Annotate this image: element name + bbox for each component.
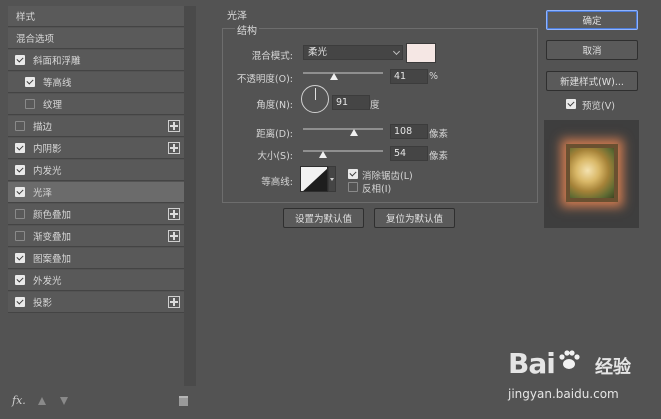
inner-glow-checkbox[interactable] bbox=[15, 165, 25, 175]
chevron-down-icon bbox=[392, 47, 401, 56]
styles-header-label: 样式 bbox=[16, 12, 36, 23]
drop-shadow-checkbox[interactable] bbox=[15, 297, 25, 307]
outer-glow-checkbox[interactable] bbox=[15, 275, 25, 285]
satin-label: 光泽 bbox=[33, 188, 53, 199]
gradient-overlay-label: 渐变叠加 bbox=[33, 232, 72, 243]
bevel-emboss-label: 斜面和浮雕 bbox=[33, 56, 81, 67]
texture-label: 纹理 bbox=[43, 100, 63, 111]
new-style-button[interactable]: 新建样式(W)... bbox=[546, 71, 638, 91]
opacity-label: 不透明度(O): bbox=[236, 74, 293, 85]
invert-checkbox[interactable] bbox=[348, 182, 358, 192]
ok-button[interactable]: 确定 bbox=[546, 10, 638, 30]
pattern-overlay-checkbox[interactable] bbox=[15, 253, 25, 263]
contour-curve-icon bbox=[303, 168, 327, 191]
style-item-contour[interactable]: 等高线 bbox=[8, 72, 186, 93]
styles-list-panel: 样式 混合选项 斜面和浮雕 等高线 纹理 描边 内阴影 内发光 光泽 颜色叠加 bbox=[4, 6, 186, 410]
drop-shadow-label: 投影 bbox=[33, 298, 53, 309]
distance-unit: 像素 bbox=[429, 129, 449, 140]
paw-icon bbox=[559, 350, 580, 369]
opacity-slider-thumb[interactable] bbox=[330, 73, 338, 80]
contour-preview[interactable] bbox=[300, 166, 328, 192]
add-inner-shadow-plus-icon[interactable] bbox=[168, 142, 180, 154]
satin-color-swatch[interactable] bbox=[406, 43, 436, 63]
style-item-outer-glow[interactable]: 外发光 bbox=[8, 270, 186, 291]
opacity-unit: % bbox=[429, 71, 439, 82]
watermark-url: jingyan.baidu.com bbox=[508, 387, 619, 401]
contour-dropdown[interactable] bbox=[328, 166, 336, 192]
blend-mode-select[interactable]: 柔光 bbox=[303, 45, 403, 60]
inner-shadow-checkbox[interactable] bbox=[15, 143, 25, 153]
move-down-icon[interactable] bbox=[60, 397, 68, 405]
opacity-slider-track[interactable] bbox=[303, 72, 383, 74]
distance-input[interactable]: 108 bbox=[390, 124, 428, 139]
size-unit: 像素 bbox=[429, 151, 449, 162]
color-overlay-label: 颜色叠加 bbox=[33, 210, 72, 221]
color-overlay-checkbox[interactable] bbox=[15, 209, 25, 219]
cancel-button[interactable]: 取消 bbox=[546, 40, 638, 60]
size-slider-track[interactable] bbox=[303, 150, 383, 152]
blend-options-label: 混合选项 bbox=[16, 34, 55, 45]
blend-mode-value: 柔光 bbox=[308, 47, 328, 58]
contour-checkbox[interactable] bbox=[25, 77, 35, 87]
preview-label: 预览(V) bbox=[582, 101, 615, 112]
watermark-suffix: 经验 bbox=[595, 357, 631, 378]
trash-icon[interactable] bbox=[179, 396, 188, 406]
bevel-emboss-checkbox[interactable] bbox=[15, 55, 25, 65]
add-stroke-plus-icon[interactable] bbox=[168, 120, 180, 132]
style-item-gradient-overlay[interactable]: 渐变叠加 bbox=[8, 226, 186, 247]
set-default-button[interactable]: 设置为默认值 bbox=[283, 208, 364, 228]
stroke-checkbox[interactable] bbox=[15, 121, 25, 131]
contour-label: 等高线 bbox=[43, 78, 72, 89]
anti-alias-checkbox[interactable] bbox=[348, 169, 358, 179]
angle-unit: 度 bbox=[370, 100, 380, 111]
angle-dial-icon[interactable] bbox=[301, 85, 329, 113]
angle-label: 角度(N): bbox=[256, 100, 293, 111]
size-label: 大小(S): bbox=[257, 151, 293, 162]
style-item-pattern-overlay[interactable]: 图案叠加 bbox=[8, 248, 186, 269]
distance-slider-track[interactable] bbox=[303, 128, 383, 130]
satin-checkbox[interactable] bbox=[15, 187, 25, 197]
distance-label: 距离(D): bbox=[256, 129, 293, 140]
style-item-stroke[interactable]: 描边 bbox=[8, 116, 186, 137]
angle-input[interactable]: 91 bbox=[332, 95, 370, 110]
distance-slider-thumb[interactable] bbox=[350, 129, 358, 136]
anti-alias-label: 消除锯齿(L) bbox=[362, 171, 413, 182]
styles-toolbar: fx. bbox=[8, 394, 188, 410]
style-item-color-overlay[interactable]: 颜色叠加 bbox=[8, 204, 186, 225]
pattern-overlay-label: 图案叠加 bbox=[33, 254, 72, 265]
styles-header: 样式 bbox=[8, 6, 186, 27]
reset-default-button[interactable]: 复位为默认值 bbox=[374, 208, 455, 228]
invert-label: 反相(I) bbox=[362, 184, 392, 195]
add-color-overlay-plus-icon[interactable] bbox=[168, 208, 180, 220]
blend-options-item[interactable]: 混合选项 bbox=[8, 28, 186, 49]
inner-glow-label: 内发光 bbox=[33, 166, 62, 177]
add-drop-shadow-plus-icon[interactable] bbox=[168, 296, 180, 308]
style-item-inner-glow[interactable]: 内发光 bbox=[8, 160, 186, 181]
style-item-drop-shadow[interactable]: 投影 bbox=[8, 292, 186, 313]
fx-icon[interactable]: fx. bbox=[12, 394, 26, 407]
gradient-overlay-checkbox[interactable] bbox=[15, 231, 25, 241]
watermark-logo: Bai bbox=[508, 347, 556, 380]
blend-mode-label: 混合模式: bbox=[251, 51, 293, 62]
styles-list-scrollbar[interactable] bbox=[184, 6, 196, 386]
style-item-texture[interactable]: 纹理 bbox=[8, 94, 186, 115]
style-preview bbox=[544, 120, 639, 228]
add-gradient-overlay-plus-icon[interactable] bbox=[168, 230, 180, 242]
style-item-inner-shadow[interactable]: 内阴影 bbox=[8, 138, 186, 159]
style-item-bevel-emboss[interactable]: 斜面和浮雕 bbox=[8, 50, 186, 71]
style-item-satin[interactable]: 光泽 bbox=[8, 182, 186, 203]
size-input[interactable]: 54 bbox=[390, 146, 428, 161]
texture-checkbox[interactable] bbox=[25, 99, 35, 109]
preview-thumbnail bbox=[570, 148, 614, 198]
structure-group-title: 结构 bbox=[235, 22, 259, 37]
stroke-label: 描边 bbox=[33, 122, 53, 133]
inner-shadow-label: 内阴影 bbox=[33, 144, 62, 155]
contour-label: 等高线: bbox=[261, 177, 293, 188]
size-slider-thumb[interactable] bbox=[319, 151, 327, 158]
preview-checkbox[interactable] bbox=[566, 99, 576, 109]
opacity-input[interactable]: 41 bbox=[390, 69, 428, 84]
satin-section-title: 光泽 bbox=[227, 11, 247, 22]
move-up-icon[interactable] bbox=[38, 397, 46, 405]
outer-glow-label: 外发光 bbox=[33, 276, 62, 287]
